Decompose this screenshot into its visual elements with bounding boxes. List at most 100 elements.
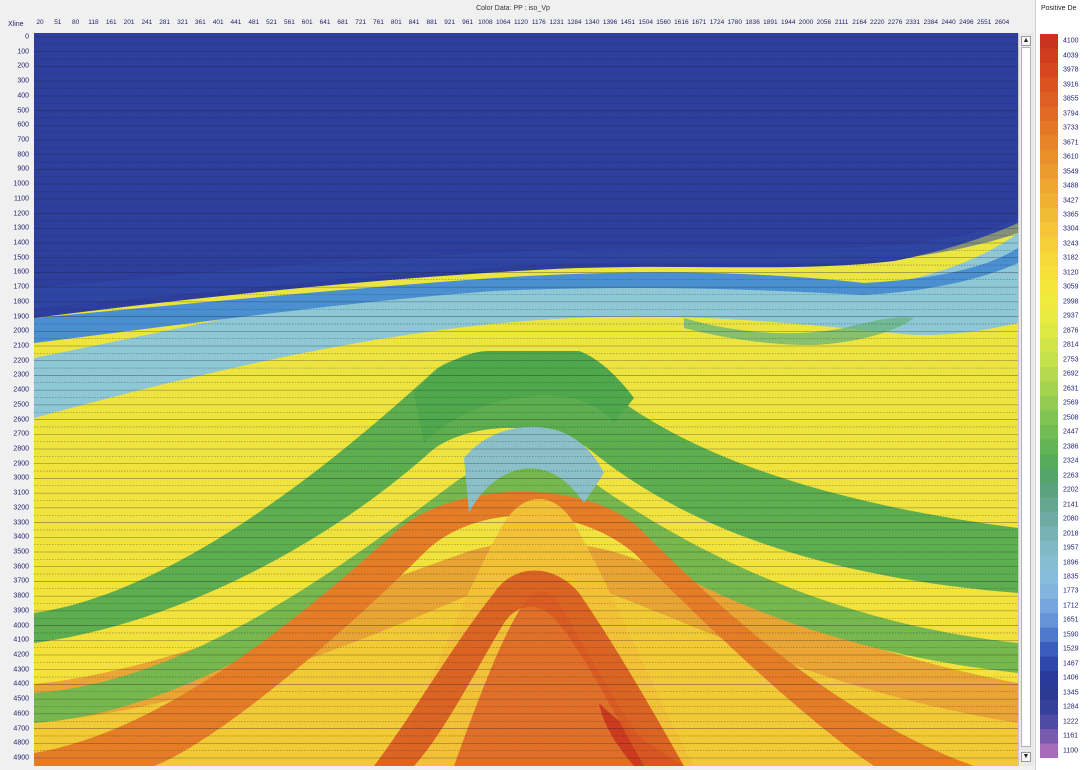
colorbar-swatch — [1040, 584, 1058, 600]
x-tick-label: 321 — [177, 19, 188, 26]
y-tick-label: 2000 — [13, 327, 29, 335]
y-tick-label: 4900 — [13, 754, 29, 762]
colorbar-swatch — [1040, 280, 1058, 296]
colorbar-swatch — [1040, 729, 1058, 745]
xline-axis-label: Xline — [8, 21, 24, 28]
x-tick-label: 641 — [319, 19, 331, 26]
colorbar-swatch — [1040, 511, 1058, 527]
scroll-thumb[interactable] — [1021, 47, 1031, 747]
colorbar-swatch — [1040, 207, 1058, 223]
colorbar-value-label: 3549 — [1063, 168, 1079, 176]
x-tick-label: 801 — [390, 19, 402, 26]
colorbar-swatch — [1040, 526, 1058, 542]
colorbar-value-label: 3610 — [1063, 153, 1079, 161]
x-tick-label: 761 — [373, 19, 384, 26]
colorbar-swatch — [1040, 439, 1058, 455]
colorbar-swatch — [1040, 135, 1058, 151]
x-tick-label: 118 — [88, 19, 99, 26]
colorbar-swatch — [1040, 627, 1058, 643]
y-tick-label: 1200 — [13, 210, 29, 218]
colorbar-value-label: 2569 — [1063, 399, 1079, 407]
colorbar-value-label: 2018 — [1063, 530, 1079, 538]
colorbar-swatch — [1040, 497, 1058, 513]
colorbar-value-label: 1345 — [1063, 689, 1079, 697]
colorbar-value-label: 2753 — [1063, 356, 1079, 364]
x-tick-label: 2331 — [905, 19, 921, 26]
y-tick-label: 1100 — [13, 195, 29, 203]
y-tick-label: 4500 — [13, 695, 29, 703]
y-tick-label: 2600 — [13, 416, 29, 424]
y-tick-label: 100 — [17, 48, 29, 56]
colorbar-value-label: 1651 — [1063, 616, 1079, 624]
colorbar-value-label: 1590 — [1063, 631, 1079, 639]
colorbar-value-label: 3243 — [1063, 240, 1079, 248]
colorbar-value-label: 1222 — [1063, 718, 1079, 726]
y-tick-label: 3100 — [13, 489, 29, 497]
colorbar-value-label: 2324 — [1063, 457, 1079, 465]
colorbar-value-label: 1529 — [1063, 645, 1079, 653]
colorbar-value-label: 3855 — [1063, 95, 1079, 103]
y-tick-label: 3400 — [13, 533, 29, 541]
y-tick-label: 400 — [17, 92, 29, 100]
x-tick-label: 51 — [54, 19, 62, 26]
y-tick-label: 2200 — [13, 357, 29, 365]
scroll-up-button[interactable]: ▲ — [1021, 36, 1031, 46]
y-tick-label: 200 — [17, 62, 29, 70]
x-tick-label: 1671 — [691, 19, 707, 26]
colorbar-swatch — [1040, 424, 1058, 440]
x-tick-label: 80 — [72, 19, 80, 26]
y-tick-label: 600 — [17, 121, 29, 129]
y-tick-label: 500 — [17, 107, 29, 115]
colorbar-swatch — [1040, 656, 1058, 672]
velocity-heatmap[interactable] — [34, 33, 1018, 766]
x-tick-label: 241 — [141, 19, 153, 26]
colorbar-value-label: 3978 — [1063, 66, 1079, 74]
colorbar-swatch — [1040, 62, 1058, 78]
x-tick-label: 881 — [426, 19, 438, 26]
y-tick-label: 800 — [17, 151, 29, 159]
colorbar-value-label: 1284 — [1063, 703, 1079, 711]
colorbar — [1040, 34, 1058, 758]
x-tick-label: 281 — [159, 19, 171, 26]
scroll-down-button[interactable]: ▼ — [1021, 752, 1031, 762]
colorbar-value-label: 1161 — [1063, 732, 1079, 740]
x-tick-label: 1944 — [780, 19, 796, 26]
colorbar-swatch — [1040, 613, 1058, 629]
x-tick-label: 20 — [36, 19, 44, 26]
x-tick-label: 601 — [301, 19, 313, 26]
x-tick-label: 161 — [105, 19, 117, 26]
y-tick-label: 2700 — [13, 430, 29, 438]
x-tick-label: 441 — [230, 19, 242, 26]
y-tick-label: 4600 — [13, 710, 29, 718]
colorbar-swatch — [1040, 410, 1058, 426]
y-tick-label: 1700 — [13, 283, 29, 291]
vertical-scrollbar[interactable]: ▲ ▼ — [1018, 33, 1034, 766]
colorbar-swatch — [1040, 193, 1058, 209]
y-tick-label: 3300 — [13, 519, 29, 527]
y-tick-label: 3900 — [13, 607, 29, 615]
colorbar-swatch — [1040, 309, 1058, 325]
x-tick-label: 401 — [212, 19, 224, 26]
y-tick-label: 4400 — [13, 680, 29, 688]
y-tick-label: 1300 — [13, 224, 29, 232]
y-tick-label: 1800 — [13, 298, 29, 306]
colorbar-swatch — [1040, 598, 1058, 614]
x-tick-label: 1836 — [745, 19, 760, 26]
colorbar-value-label: 4100 — [1063, 37, 1079, 45]
x-tick-label: 201 — [123, 19, 135, 26]
colorbar-swatch — [1040, 743, 1058, 758]
x-tick-label: 681 — [337, 19, 349, 26]
colorbar-value-label: 2202 — [1063, 486, 1079, 494]
colorbar-swatch — [1040, 294, 1058, 310]
y-tick-label: 2400 — [13, 386, 29, 394]
colorbar-value-label: 3794 — [1063, 110, 1079, 118]
colorbar-title: Positive De — [1041, 5, 1077, 12]
x-tick-label: 361 — [194, 19, 206, 26]
y-tick-label: 4700 — [13, 725, 29, 733]
colorbar-swatch — [1040, 91, 1058, 107]
x-tick-label: 2604 — [994, 19, 1010, 26]
colorbar-swatch — [1040, 367, 1058, 383]
colorbar-swatch — [1040, 468, 1058, 484]
colorbar-value-label: 3671 — [1063, 139, 1079, 147]
colorbar-swatch — [1040, 236, 1058, 252]
